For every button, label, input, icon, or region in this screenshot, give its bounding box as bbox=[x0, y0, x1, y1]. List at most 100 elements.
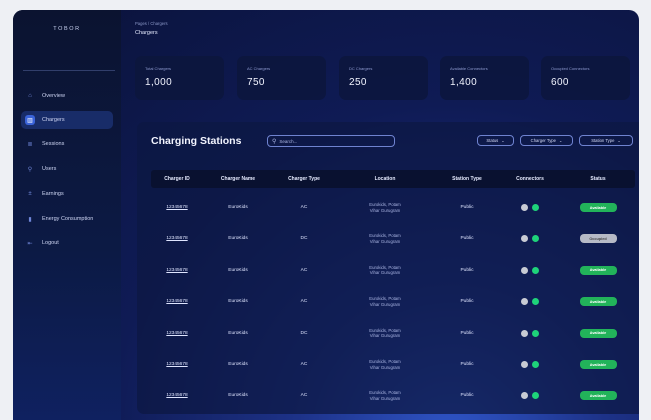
charger-type: DC bbox=[300, 236, 308, 242]
charger-type-filter-dropdown[interactable]: Charger Type ⌄ bbox=[520, 135, 573, 146]
status-cell: Available bbox=[561, 380, 635, 411]
users-icon: ⚲ bbox=[27, 166, 33, 173]
connectors bbox=[499, 223, 561, 254]
location-line-2: Vihar Gurugram bbox=[369, 238, 401, 244]
app-logo: TOBOR bbox=[53, 26, 81, 32]
search-input[interactable]: ⚲ Search... bbox=[267, 135, 395, 147]
search-placeholder: Search... bbox=[279, 138, 298, 144]
sessions-icon: ≣ bbox=[27, 141, 33, 148]
charger-name: EuroKids bbox=[228, 362, 248, 367]
charger-type: AC bbox=[300, 299, 308, 305]
connector-indicator-off bbox=[521, 392, 528, 400]
column-header[interactable]: Charger Type bbox=[273, 170, 335, 188]
sidebar-item-energy-consumption[interactable]: ▮ Energy Consumption bbox=[21, 210, 121, 228]
table-row[interactable]: 12345678 EuroKids AC Eurokids, Potam Vih… bbox=[151, 380, 635, 411]
column-header[interactable]: Connectors bbox=[499, 170, 561, 188]
charger-id-link[interactable]: 12345678 bbox=[151, 255, 203, 286]
sidebar-item-label: Energy Consumption bbox=[42, 216, 94, 222]
table-row[interactable]: 12345678 EuroKids AC Eurokids, Potam Vih… bbox=[151, 286, 635, 317]
charger-type: AC bbox=[300, 393, 308, 399]
stat-value: 750 bbox=[247, 77, 265, 88]
status-badge: Available bbox=[579, 203, 617, 212]
stat-value: 1,400 bbox=[450, 77, 478, 88]
charger-id-link[interactable]: 12345678 bbox=[151, 380, 203, 411]
connector-indicator-off bbox=[521, 361, 528, 368]
connector-indicator-on bbox=[532, 361, 539, 368]
status-cell: Available bbox=[561, 255, 635, 286]
charger-name: EuroKids bbox=[228, 205, 248, 210]
table-row[interactable]: 12345678 EuroKids AC Eurokids, Potam Vih… bbox=[151, 349, 635, 380]
column-header[interactable]: Charger Name bbox=[203, 170, 273, 188]
column-header[interactable]: Charger ID bbox=[151, 170, 203, 188]
location-line-2: Vihar Gurugram bbox=[369, 301, 401, 307]
chevron-down-icon: ⌄ bbox=[617, 138, 621, 143]
station-type: Public bbox=[460, 330, 474, 336]
charger-name: EuroKids bbox=[228, 330, 248, 336]
sidebar-item-logout[interactable]: ⇤ Logout bbox=[21, 234, 121, 252]
location: Eurokids, Potam Vihar Gurugram bbox=[335, 380, 435, 411]
stat-card-dc-chargers: DC Chargers 250 bbox=[339, 56, 428, 100]
connector-indicator-on bbox=[532, 329, 539, 337]
status-badge: Occupied bbox=[579, 234, 617, 244]
column-header[interactable]: Station Type bbox=[435, 170, 499, 188]
charger-id-link[interactable]: 12345678 bbox=[151, 192, 203, 223]
location-line-2: Vihar Gurugram bbox=[369, 364, 401, 370]
station-type: Public bbox=[460, 236, 474, 242]
sidebar-item-label: Earnings bbox=[42, 191, 64, 197]
stat-label: AC Chargers bbox=[247, 66, 271, 71]
location-line-2: Vihar Gurugram bbox=[369, 333, 401, 339]
page-title: Chargers bbox=[135, 30, 158, 36]
table-row[interactable]: 12345678 EuroKids DC Eurokids, Potam Vih… bbox=[151, 223, 635, 254]
sidebar: TOBOR ⌂ Overview ▥ Chargers ≣ Sessions ⚲… bbox=[13, 10, 121, 420]
connectors bbox=[499, 318, 561, 349]
status-filter-dropdown[interactable]: Status ⌄ bbox=[477, 135, 514, 146]
table-row[interactable]: 12345678 EuroKids AC Eurokids, Potam Vih… bbox=[151, 255, 635, 286]
sidebar-item-chargers[interactable]: ▥ Chargers bbox=[21, 111, 113, 129]
table-row[interactable]: 12345678 EuroKids DC Eurokids, Potam Vih… bbox=[151, 318, 635, 349]
connector-indicator-off bbox=[521, 298, 528, 306]
column-header[interactable]: Location bbox=[335, 170, 435, 188]
status-cell: Occupied bbox=[561, 223, 635, 254]
location: Eurokids, Potam Vihar Gurugram bbox=[335, 286, 435, 317]
search-icon: ⚲ bbox=[272, 138, 277, 145]
charger-name: EuroKids bbox=[228, 267, 248, 273]
location: Eurokids, Potam Vihar Gurugram bbox=[335, 318, 435, 349]
sidebar-item-overview[interactable]: ⌂ Overview bbox=[21, 87, 121, 105]
connector-indicator-on bbox=[532, 392, 539, 400]
charger-id-link[interactable]: 12345678 bbox=[151, 286, 203, 317]
location: Eurokids, Potam Vihar Gurugram bbox=[335, 349, 435, 380]
filter-label: Station Type bbox=[591, 138, 615, 143]
connectors bbox=[499, 380, 561, 411]
stat-label: DC Chargers bbox=[349, 66, 373, 71]
connectors bbox=[499, 255, 561, 286]
connector-indicator-off bbox=[521, 329, 528, 337]
table-header: Charger ID Charger Name Charger Type Loc… bbox=[151, 170, 635, 188]
charging-stations-panel: Charging Stations ⚲ Search... Status ⌄ C… bbox=[137, 122, 639, 414]
status-cell: Available bbox=[561, 192, 635, 223]
app-window: TOBOR ⌂ Overview ▥ Chargers ≣ Sessions ⚲… bbox=[13, 10, 639, 420]
table-row[interactable]: 12345678 EuroKids AC Eurokids, Potam Vih… bbox=[151, 192, 635, 223]
sidebar-item-earnings[interactable]: ± Earnings bbox=[21, 185, 121, 203]
sidebar-item-label: Chargers bbox=[42, 117, 65, 123]
filter-label: Charger Type bbox=[530, 138, 556, 143]
charger-id-link[interactable]: 12345678 bbox=[151, 318, 203, 349]
stat-card-occupied-connectors: Occupied Connectors 600 bbox=[541, 56, 630, 100]
station-type: Public bbox=[460, 362, 474, 367]
chevron-down-icon: ⌄ bbox=[558, 138, 563, 143]
sidebar-item-users[interactable]: ⚲ Users bbox=[21, 160, 121, 178]
sidebar-divider bbox=[23, 70, 115, 71]
status-cell: Available bbox=[561, 349, 635, 380]
station-type: Public bbox=[460, 393, 474, 399]
charger-id-link[interactable]: 12345678 bbox=[151, 223, 203, 254]
status-badge: Available bbox=[579, 391, 617, 401]
sidebar-item-sessions[interactable]: ≣ Sessions bbox=[21, 135, 121, 153]
charger-type: AC bbox=[300, 205, 308, 210]
chevron-down-icon: ⌄ bbox=[501, 138, 505, 143]
filter-label: Status bbox=[486, 138, 499, 143]
charger-id-link[interactable]: 12345678 bbox=[151, 349, 203, 380]
panel-title: Charging Stations bbox=[151, 135, 242, 147]
column-header[interactable]: Status bbox=[561, 170, 635, 188]
station-type-filter-dropdown[interactable]: Station Type ⌄ bbox=[579, 135, 633, 146]
sidebar-item-label: Logout bbox=[42, 240, 59, 246]
location: Eurokids, Potam Vihar Gurugram bbox=[335, 223, 435, 254]
